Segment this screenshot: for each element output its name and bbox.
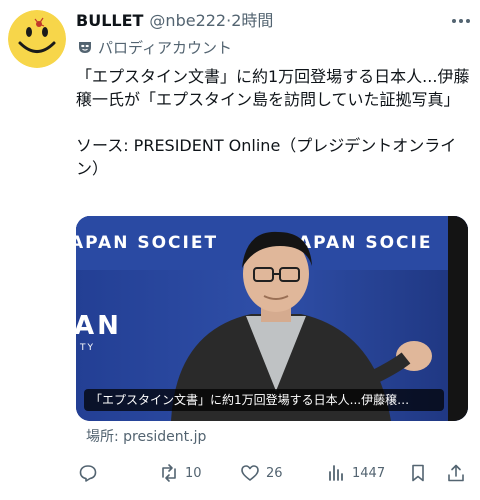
smiley-avatar-image (8, 10, 66, 68)
tweet: BULLET @nbe222 · 2時間 パロディアカウント 「エプスタイン文書… (76, 8, 474, 482)
repost-button[interactable]: 10 (159, 456, 202, 490)
banner-small-letters: TY (79, 343, 95, 353)
bookmark-icon (412, 464, 424, 482)
reply-button[interactable] (78, 456, 98, 490)
banner-letters: AN (76, 311, 122, 341)
repost-icon (162, 464, 176, 482)
banner-text-right: APAN SOCIE (298, 233, 432, 253)
views-icon (329, 465, 343, 481)
reply-icon (79, 465, 97, 482)
avatar[interactable] (8, 10, 66, 68)
repost-count: 10 (185, 465, 202, 481)
like-count: 26 (266, 465, 283, 481)
bookmark-button[interactable] (408, 456, 428, 490)
link-source[interactable]: 場所: president.jp (86, 426, 206, 446)
share-button[interactable] (446, 456, 466, 490)
display-name[interactable]: BULLET (76, 8, 143, 34)
like-button[interactable]: 26 (240, 456, 283, 490)
tweet-header: BULLET @nbe222 · 2時間 (76, 8, 474, 34)
timestamp[interactable]: 2時間 (231, 8, 273, 34)
parody-label-text: パロディアカウント (98, 38, 232, 57)
parody-label: パロディアカウント (76, 35, 474, 59)
link-card[interactable]: APAN SOCIET APAN SOCIE AN TY 「エプスタイン文書」に… (76, 216, 468, 421)
tweet-text: 「エプスタイン文書」に約1万回登場する日本人...伊藤穣一氏が「エプスタイン島を… (76, 67, 470, 178)
views-button[interactable]: 1447 (326, 456, 385, 490)
link-card-title: 「エプスタイン文書」に約1万回登場する日本人...伊藤穣… (84, 389, 444, 411)
parody-mask-icon (79, 42, 91, 53)
share-icon (448, 464, 464, 482)
handle[interactable]: @nbe222 (149, 8, 226, 34)
heart-icon (241, 465, 259, 481)
action-bar: 10 26 1447 (76, 456, 466, 490)
views-count: 1447 (352, 465, 386, 481)
banner-text-left: APAN SOCIET (76, 233, 218, 253)
more-options-icon[interactable] (450, 14, 472, 28)
